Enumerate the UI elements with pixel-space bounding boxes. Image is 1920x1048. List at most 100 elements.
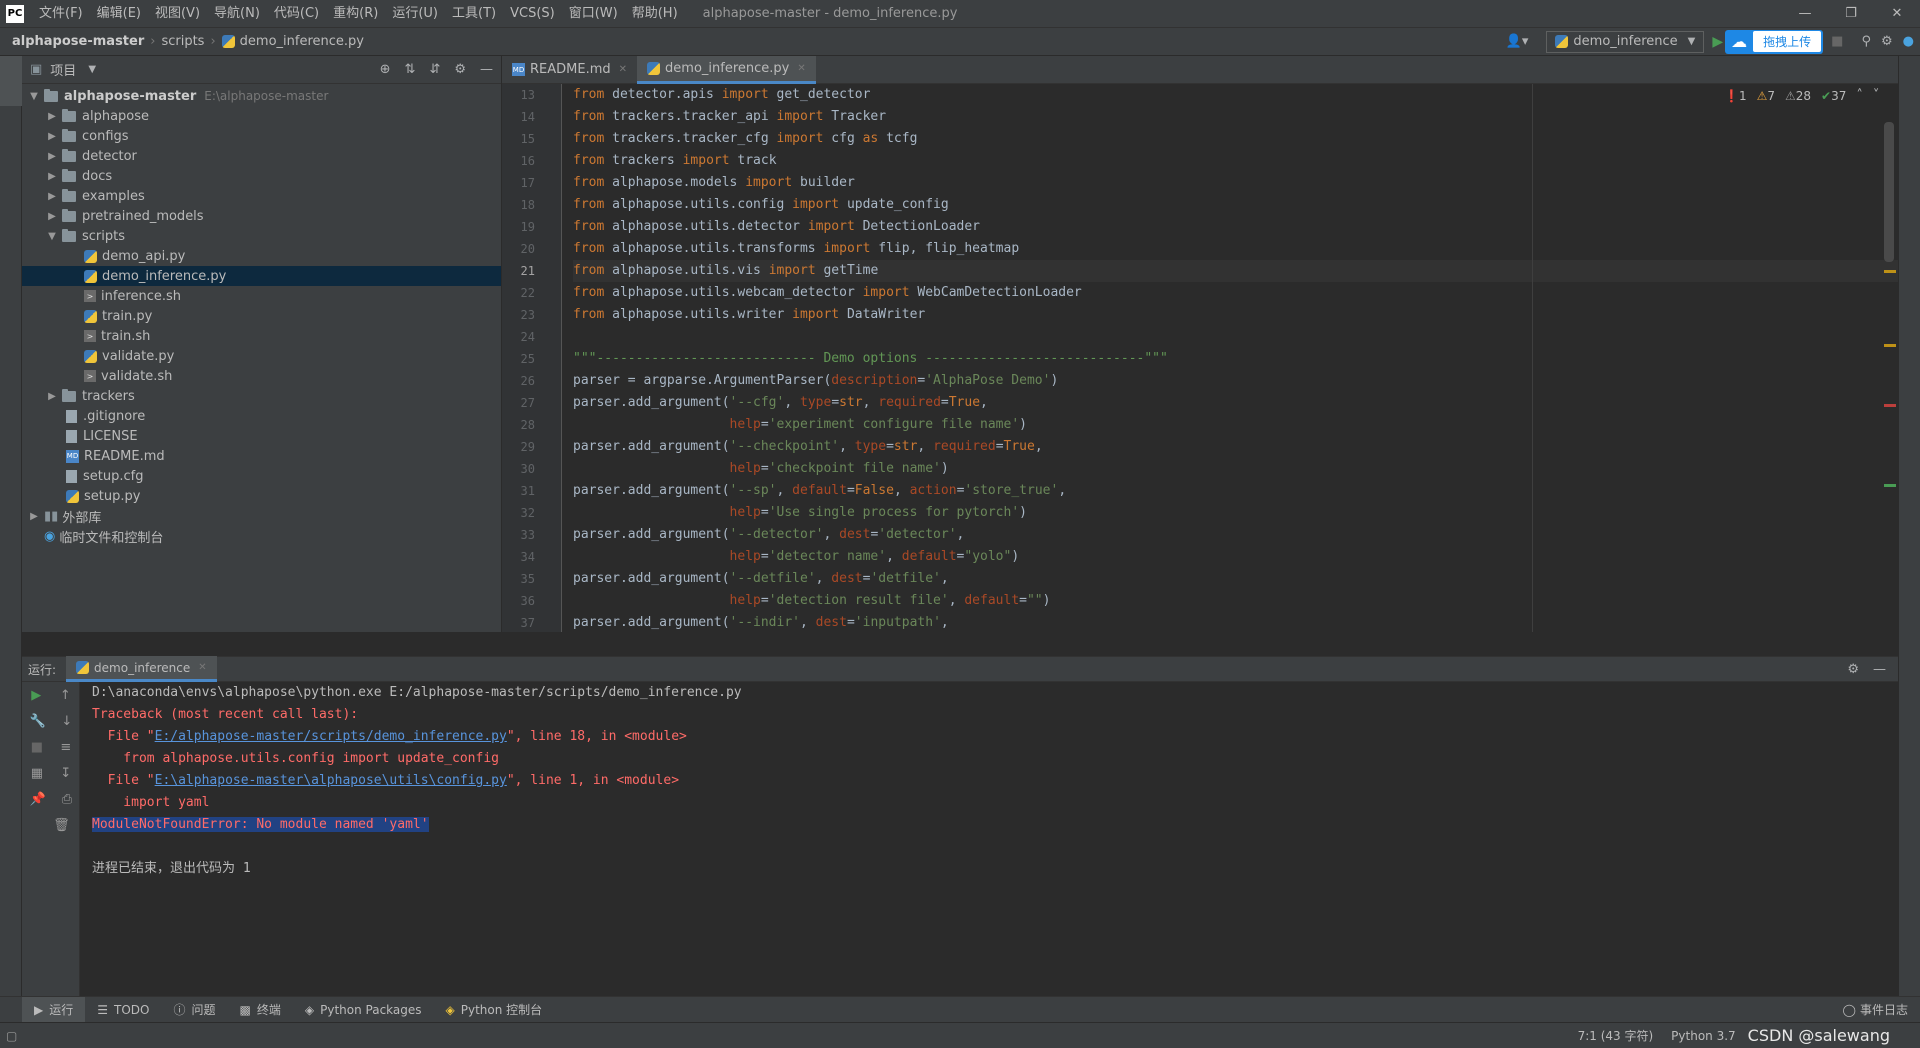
menu-tools[interactable]: 工具(T)	[445, 0, 503, 28]
stop-icon[interactable]: ■	[1831, 34, 1843, 49]
tree-folder[interactable]: ▶ docs	[22, 166, 501, 186]
chevron-right-icon[interactable]: ▶	[46, 151, 58, 162]
chevron-up-icon[interactable]: ˄	[1856, 88, 1863, 103]
error-count[interactable]: ❗1	[1724, 89, 1747, 103]
close-icon[interactable]: ✕	[198, 662, 206, 673]
breadcrumb-folder[interactable]: scripts	[161, 34, 204, 49]
breadcrumb-file[interactable]: demo_inference.py	[240, 34, 364, 49]
tree-folder[interactable]: ▶ alphapose	[22, 106, 501, 126]
gear-icon[interactable]: ⚙	[454, 62, 466, 77]
chevron-down-icon[interactable]: ˅	[1873, 88, 1880, 103]
error-stripe-marker[interactable]	[1884, 484, 1896, 487]
error-stripe-marker[interactable]	[1884, 270, 1896, 273]
hide-icon[interactable]: —	[1873, 662, 1886, 677]
arrow-down-icon[interactable]: ↓	[61, 714, 72, 729]
tool-tab-todo[interactable]: ☰ TODO	[85, 997, 161, 1023]
soft-wrap-icon[interactable]: ≡	[60, 740, 71, 755]
tree-file-selected[interactable]: demo_inference.py	[22, 266, 501, 286]
breadcrumb-root[interactable]: alphapose-master	[12, 34, 144, 49]
close-icon[interactable]: ✕	[619, 64, 627, 75]
tree-folder[interactable]: ▶ pretrained_models	[22, 206, 501, 226]
caret-position[interactable]: 7:1 (43 字符)	[1578, 1027, 1654, 1044]
favorites-tool-button[interactable]	[0, 936, 22, 986]
project-tool-button[interactable]	[0, 56, 22, 106]
layout-toggle-icon[interactable]: ▢	[6, 1029, 17, 1043]
tree-external-libs[interactable]: ▶ ▮▮ 外部库	[22, 506, 501, 526]
inspection-widget[interactable]: ❗1 ⚠7 ⚠28 ✔37 ˄ ˅	[1724, 88, 1879, 103]
tree-file[interactable]: setup.py	[22, 486, 501, 506]
tree-file[interactable]: > inference.sh	[22, 286, 501, 306]
console-file-link[interactable]: E:\alphapose-master\alphapose\utils\conf…	[155, 773, 507, 788]
tree-file[interactable]: LICENSE	[22, 426, 501, 446]
chevron-down-icon[interactable]: ▼	[28, 91, 40, 102]
layout-icon[interactable]: ▦	[31, 766, 43, 781]
minimize-icon[interactable]: —	[1782, 0, 1828, 28]
menu-file[interactable]: 文件(F)	[32, 0, 90, 28]
typo-count[interactable]: ✔37	[1821, 89, 1846, 103]
stop-icon[interactable]: ■	[31, 740, 43, 755]
interpreter[interactable]: Python 3.7	[1671, 1029, 1736, 1043]
locate-icon[interactable]: ⊕	[380, 62, 391, 77]
database-tool-button[interactable]	[1899, 64, 1920, 124]
upload-widget[interactable]: ☁ 拖拽上传	[1725, 29, 1824, 54]
collapse-all-icon[interactable]: ⇵	[429, 62, 440, 77]
wrench-icon[interactable]: 🔧	[30, 714, 46, 729]
code-area[interactable]: from detector.apis import get_detector fr…	[563, 84, 1898, 632]
tree-folder[interactable]: ▶ configs	[22, 126, 501, 146]
warning-count[interactable]: ⚠7	[1757, 89, 1775, 103]
chevron-right-icon[interactable]: ▶	[46, 171, 58, 182]
code-editor[interactable]: 13 14 15 16 17 18 19 20 21 22 23 24 25 2…	[502, 84, 1898, 632]
tree-scratches[interactable]: ◉ 临时文件和控制台	[22, 526, 501, 546]
tool-tab-terminal[interactable]: ▩ 终端	[228, 997, 293, 1023]
chevron-down-icon[interactable]: ▼	[46, 231, 58, 242]
chevron-right-icon[interactable]: ▶	[46, 111, 58, 122]
chevron-right-icon[interactable]: ▶	[28, 511, 40, 522]
scroll-to-end-icon[interactable]: ↧	[60, 766, 71, 781]
chevron-down-icon[interactable]: ▼	[88, 64, 96, 75]
tree-file[interactable]: > train.sh	[22, 326, 501, 346]
tree-file[interactable]: demo_api.py	[22, 246, 501, 266]
arrow-up-icon[interactable]: ↑	[60, 688, 71, 703]
menu-navigate[interactable]: 导航(N)	[207, 0, 267, 28]
close-icon[interactable]: ✕	[797, 63, 805, 74]
menu-code[interactable]: 代码(C)	[267, 0, 326, 28]
chevron-right-icon[interactable]: ▶	[46, 391, 58, 402]
hide-icon[interactable]: —	[480, 62, 493, 77]
menu-help[interactable]: 帮助(H)	[625, 0, 685, 28]
structure-tool-button[interactable]	[0, 876, 22, 916]
tree-file[interactable]: MD README.md	[22, 446, 501, 466]
menu-vcs[interactable]: VCS(S)	[503, 0, 562, 28]
tree-folder[interactable]: ▶ trackers	[22, 386, 501, 406]
tool-tab-run[interactable]: ▶ 运行	[22, 996, 86, 1023]
print-icon[interactable]: ⎙	[62, 792, 72, 807]
tree-folder-scripts[interactable]: ▼ scripts	[22, 226, 501, 246]
selected-error-text[interactable]: ModuleNotFoundError: No module named 'ya…	[92, 817, 429, 832]
menu-refactor[interactable]: 重构(R)	[326, 0, 385, 28]
editor-scrollbar[interactable]	[1884, 122, 1894, 262]
tree-file[interactable]: setup.cfg	[22, 466, 501, 486]
run-console[interactable]: D:\anaconda\envs\alphapose\python.exe E:…	[80, 682, 1898, 996]
tree-folder[interactable]: ▶ detector	[22, 146, 501, 166]
tool-tab-problems[interactable]: ⓘ 问题	[161, 997, 227, 1023]
tree-file[interactable]: validate.py	[22, 346, 501, 366]
tree-file[interactable]: .gitignore	[22, 406, 501, 426]
weak-warning-count[interactable]: ⚠28	[1785, 89, 1811, 103]
menu-edit[interactable]: 编辑(E)	[90, 0, 148, 28]
menu-run[interactable]: 运行(U)	[385, 0, 445, 28]
project-panel-title[interactable]: 项目	[50, 60, 76, 79]
chevron-right-icon[interactable]: ▶	[46, 131, 58, 142]
chevron-right-icon[interactable]: ▶	[46, 191, 58, 202]
chevron-right-icon[interactable]: ▶	[46, 211, 58, 222]
tool-tab-event-log[interactable]: ◯ 事件日志	[1831, 997, 1920, 1023]
menu-window[interactable]: 窗口(W)	[562, 0, 625, 28]
rerun-icon[interactable]: ▶	[31, 688, 41, 703]
sciview-tool-button[interactable]	[1899, 134, 1920, 194]
run-tab[interactable]: demo_inference ✕	[66, 656, 217, 682]
gear-icon[interactable]: ⚙	[1847, 662, 1859, 677]
trash-icon[interactable]: 🗑	[53, 818, 70, 833]
user-icon[interactable]: 👤▾	[1506, 34, 1529, 49]
tab-demo-inference[interactable]: demo_inference.py ✕	[637, 55, 816, 84]
close-icon[interactable]: ✕	[1874, 0, 1920, 28]
restore-icon[interactable]: ❐	[1828, 0, 1874, 28]
tree-root[interactable]: ▼ alphapose-master E:\alphapose-master	[22, 86, 501, 106]
